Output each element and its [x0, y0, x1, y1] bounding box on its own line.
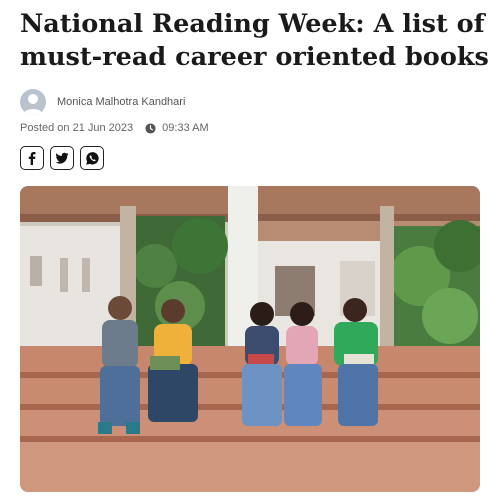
author-avatar[interactable] [20, 89, 46, 115]
clock-icon [145, 122, 156, 134]
twitter-icon [55, 152, 69, 164]
byline: Monica Malhotra Kandhari [20, 89, 185, 115]
facebook-share-button[interactable] [20, 146, 44, 170]
article-title: National Reading Week: A list of must-re… [20, 9, 489, 72]
students-reading-photo [20, 186, 480, 492]
twitter-share-button[interactable] [50, 146, 74, 170]
whatsapp-share-button[interactable] [80, 146, 104, 170]
user-icon [23, 94, 43, 115]
post-meta: Posted on 21 Jun 2023 09:33 AM [20, 122, 209, 134]
share-bar [20, 146, 104, 170]
facebook-icon [28, 152, 36, 165]
author-name[interactable]: Monica Malhotra Kandhari [57, 96, 185, 108]
article-page: National Reading Week: A list of must-re… [0, 0, 500, 500]
posted-time: 09:33 AM [162, 122, 209, 134]
hero-image [20, 186, 480, 492]
whatsapp-icon [85, 151, 99, 165]
posted-date: Posted on 21 Jun 2023 [20, 122, 134, 134]
